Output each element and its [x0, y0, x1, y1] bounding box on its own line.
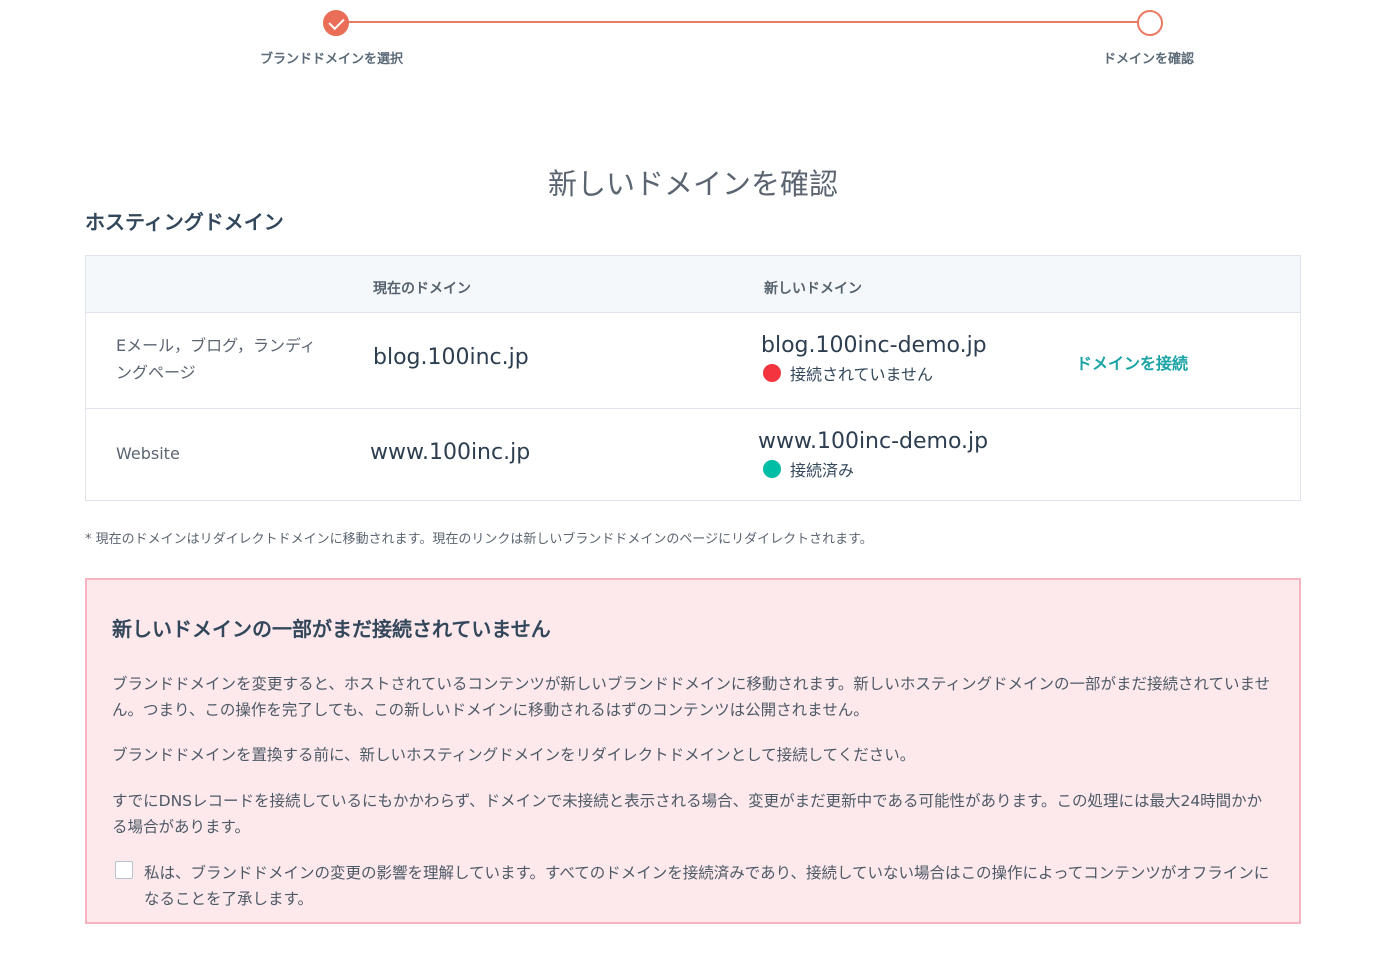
step-2-label: ドメインを確認 — [1103, 52, 1195, 67]
status-disconnected-icon — [763, 364, 781, 382]
domain-usage-label: Website — [116, 444, 180, 463]
redirect-footnote: * 現在のドメインはリダイレクトドメインに移動されます。現在のリンクは新しいブラ… — [85, 532, 873, 547]
current-domain: www.100inc.jp — [370, 440, 531, 465]
check-icon — [328, 13, 345, 31]
column-header-current-domain: 現在のドメイン — [373, 281, 471, 297]
table-row: Website www.100inc.jp www.100inc-demo.jp… — [86, 409, 1300, 500]
column-header-new-domain: 新しいドメイン — [764, 281, 862, 297]
new-domain: blog.100inc-demo.jp — [761, 333, 987, 358]
step-2-indicator — [1137, 10, 1163, 36]
status-text: 接続されていません — [790, 365, 934, 384]
progress-stepper: ブランドドメインを選択 ドメインを確認 — [0, 0, 1400, 80]
stepper-line — [336, 21, 1150, 23]
step-1-label: ブランドドメインを選択 — [260, 52, 404, 67]
warning-paragraph: ブランドドメインを変更すると、ホストされているコンテンツが新しいブランドドメイン… — [112, 675, 1271, 719]
table-row: Eメール，ブログ，ランディングページ blog.100inc.jp blog.1… — [86, 313, 1300, 409]
new-domain: www.100inc-demo.jp — [758, 429, 989, 454]
hosting-domain-table: 現在のドメイン 新しいドメイン Eメール，ブログ，ランディングページ blog.… — [85, 255, 1301, 501]
section-title: ホスティングドメイン — [85, 210, 284, 234]
status-text: 接続済み — [790, 461, 855, 480]
acknowledge-label[interactable]: 私は、ブランドドメインの変更の影響を理解しています。すべてのドメインを接続済みで… — [144, 860, 1279, 912]
connection-status: 接続済み — [763, 457, 854, 481]
warning-title: 新しいドメインの一部がまだ接続されていません — [112, 617, 551, 641]
warning-paragraph: ブランドドメインを置換する前に、新しいホスティングドメインをリダイレクトドメイン… — [112, 746, 916, 764]
status-connected-icon — [763, 460, 781, 478]
acknowledge-checkbox[interactable] — [115, 861, 133, 879]
table-header: 現在のドメイン 新しいドメイン — [86, 256, 1300, 313]
warning-alert: 新しいドメインの一部がまだ接続されていません ブランドドメインを変更すると、ホス… — [85, 578, 1301, 924]
domain-usage-label: Eメール，ブログ，ランディングページ — [116, 336, 316, 382]
current-domain: blog.100inc.jp — [373, 345, 529, 370]
connect-domain-link[interactable]: ドメインを接続 — [1076, 350, 1188, 374]
page-title: 新しいドメインを確認 — [547, 167, 838, 202]
warning-paragraph: すでにDNSレコードを接続しているにもかかわらず、ドメインで未接続と表示される場… — [112, 792, 1263, 836]
connection-status: 接続されていません — [763, 361, 933, 385]
step-1-complete-indicator — [323, 10, 349, 36]
